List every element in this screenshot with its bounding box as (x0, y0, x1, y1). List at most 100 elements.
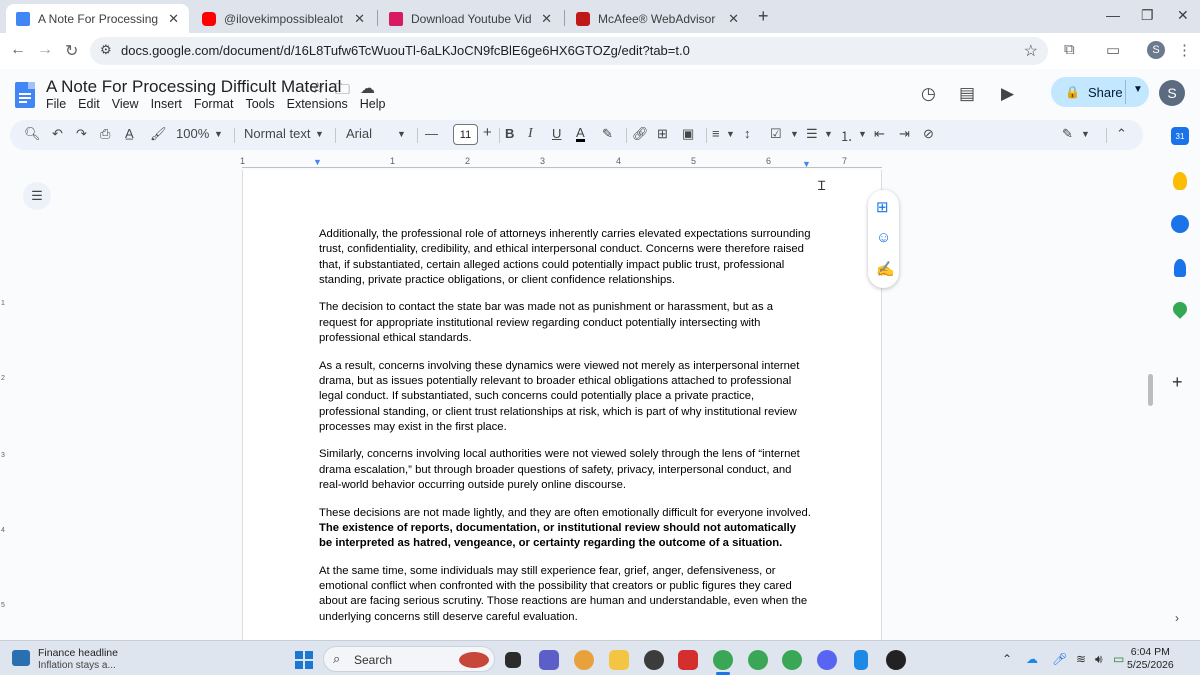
decrease-font-size-icon[interactable]: — (425, 126, 438, 141)
paragraph-style-select[interactable]: Normal text (244, 126, 310, 141)
paragraph[interactable]: These decisions are not made lightly, an… (319, 506, 811, 552)
chevron-down-icon[interactable]: ▼ (858, 129, 867, 139)
collapse-menus-chevron-up-icon[interactable]: ⌃ (1116, 126, 1127, 142)
left-indent-marker-icon[interactable]: ▼ (313, 157, 322, 167)
increase-font-size-icon[interactable]: + (483, 124, 492, 141)
tab-mcafee[interactable]: McAfee® WebAdvisor - Websit ✕ (566, 4, 749, 33)
volume-icon[interactable]: 🔊︎ (1095, 652, 1103, 667)
comments-icon[interactable]: ▤ (959, 84, 975, 104)
paragraph-text[interactable]: These decisions are not made lightly, an… (319, 507, 811, 519)
notepad-icon[interactable] (854, 650, 868, 670)
paint-format-icon[interactable]: 🖌︎ (150, 126, 167, 142)
numbered-list-icon[interactable]: ⒈ (840, 126, 853, 145)
chevron-down-icon[interactable]: ▼ (726, 129, 735, 139)
add-emoji-reaction-icon[interactable]: ☺ (876, 229, 891, 246)
chevron-down-icon[interactable]: ▼ (1081, 129, 1090, 139)
url-omnibox[interactable]: ⚙ docs.google.com/document/d/16L8Tufw6Tc… (90, 37, 1048, 65)
document-title[interactable]: A Note For Processing Difficult Material (46, 77, 341, 97)
copilot-icon[interactable] (574, 650, 594, 670)
star-icon[interactable]: ☆ (311, 79, 324, 97)
docs-logo-icon[interactable] (15, 82, 35, 108)
chevron-down-icon[interactable]: ▼ (1133, 84, 1143, 95)
search-menus-icon[interactable]: 🔍︎ (24, 126, 41, 142)
keep-bulb-icon[interactable] (1173, 172, 1187, 190)
system-clock[interactable]: 6:04 PM 5/25/2026 (1127, 646, 1174, 672)
paragraph[interactable]: Additionally, the professional role of a… (319, 227, 811, 288)
bookmark-star-icon[interactable]: ☆ (1024, 41, 1038, 61)
undo-icon[interactable]: ↶ (52, 126, 63, 142)
tab-download[interactable]: Download Youtube Videos to M ✕ (379, 4, 562, 33)
cloud-status-icon[interactable]: ☁ (360, 79, 375, 97)
url-text[interactable]: docs.google.com/document/d/16L8Tufw6TcWu… (121, 43, 690, 58)
editing-mode-pencil-icon[interactable]: ✎ (1062, 126, 1073, 142)
microphone-icon[interactable]: 🎤︎ (1052, 652, 1067, 666)
vertical-scrollbar-thumb[interactable] (1148, 374, 1153, 406)
bulleted-list-icon[interactable]: ☰ (806, 126, 818, 142)
tasks-check-icon[interactable] (1171, 215, 1189, 233)
italic-icon[interactable]: I (528, 126, 533, 142)
restore-icon[interactable]: ❐ (1141, 7, 1154, 24)
font-size-input[interactable]: 11 (453, 124, 478, 145)
chevron-down-icon[interactable]: ▼ (824, 129, 833, 139)
chrome-icon[interactable] (713, 650, 733, 670)
version-history-icon[interactable]: ◷ (921, 84, 936, 104)
close-icon[interactable]: ✕ (728, 11, 739, 27)
zoom-select[interactable]: 100% (176, 126, 209, 141)
bold-paragraph-text[interactable]: The existence of reports, documentation,… (319, 522, 796, 549)
menu-edit[interactable]: Edit (78, 97, 100, 111)
paragraph[interactable]: The decision to contact the state bar wa… (319, 300, 811, 346)
chevron-down-icon[interactable]: ▼ (397, 129, 406, 139)
cast-media-icon[interactable]: ▭ (1106, 41, 1120, 59)
bold-icon[interactable]: B (505, 126, 514, 141)
paragraph[interactable]: As a result, concerns involving these dy… (319, 359, 811, 435)
account-avatar[interactable]: S (1159, 80, 1185, 106)
windows-start-icon[interactable] (295, 651, 313, 669)
battery-icon[interactable]: ▭ (1113, 652, 1124, 666)
underline-icon[interactable]: U (552, 126, 561, 141)
menu-help[interactable]: Help (360, 97, 386, 111)
contacts-person-icon[interactable] (1174, 259, 1186, 277)
flowers-widget-icon[interactable] (459, 652, 489, 668)
suggest-edits-icon[interactable]: ✍ (876, 260, 895, 278)
redo-icon[interactable]: ↷ (76, 126, 87, 142)
chevron-down-icon[interactable]: ▼ (315, 129, 324, 139)
news-headline[interactable]: Finance headline (38, 647, 118, 659)
get-addons-plus-icon[interactable]: + (1172, 372, 1183, 393)
wps-office-icon[interactable] (678, 650, 698, 670)
menu-tools[interactable]: Tools (245, 97, 274, 111)
obs-record-icon[interactable] (886, 650, 906, 670)
chevron-down-icon[interactable]: ▼ (214, 129, 223, 139)
extensions-puzzle-icon[interactable]: ⧉ (1064, 41, 1075, 58)
insert-link-icon[interactable]: 🔗︎ (632, 126, 649, 142)
menu-extensions[interactable]: Extensions (287, 97, 348, 111)
tab-youtube[interactable]: @ilovekimpossiblealot "SAFETY ✕ (192, 4, 375, 33)
minimize-icon[interactable]: — (1106, 7, 1120, 23)
paragraph[interactable]: Similarly, concerns involving local auth… (319, 447, 811, 493)
line-spacing-icon[interactable]: ↕ (744, 126, 751, 141)
spellcheck-icon[interactable]: A̲ (125, 126, 134, 141)
news-subtitle[interactable]: Inflation stays a... (38, 660, 116, 671)
menu-insert[interactable]: Insert (151, 97, 182, 111)
forward-arrow-icon[interactable]: → (37, 41, 53, 59)
decrease-indent-icon[interactable]: ⇤ (874, 126, 885, 142)
add-comment-icon[interactable]: ⊞ (876, 198, 889, 216)
clear-formatting-icon[interactable]: ⊘ (923, 126, 934, 142)
menu-file[interactable]: File (46, 97, 66, 111)
browser-profile-avatar[interactable]: S (1147, 41, 1165, 59)
menu-view[interactable]: View (112, 97, 139, 111)
task-view-icon[interactable] (505, 652, 521, 668)
new-tab-plus-icon[interactable]: + (758, 6, 769, 27)
chevron-down-icon[interactable]: ▼ (790, 129, 799, 139)
paragraph[interactable]: At the same time, some individuals may s… (319, 564, 811, 625)
text-color-icon[interactable]: A (576, 126, 585, 142)
document-outline-icon[interactable]: ☰ (23, 182, 51, 210)
checklist-icon[interactable]: ☑ (770, 126, 782, 142)
meet-camera-icon[interactable]: ▶ (1001, 84, 1014, 104)
show-hidden-icons-chevron-icon[interactable]: ⌃ (1002, 652, 1012, 666)
close-icon[interactable]: ✕ (541, 11, 552, 27)
show-side-panel-chevron-icon[interactable]: › (1175, 611, 1179, 625)
wifi-icon[interactable]: ≋ (1076, 652, 1086, 666)
calendar-icon[interactable]: 31 (1171, 127, 1189, 145)
close-icon[interactable]: ✕ (354, 11, 365, 27)
right-indent-marker-icon[interactable]: ▼ (802, 159, 811, 169)
